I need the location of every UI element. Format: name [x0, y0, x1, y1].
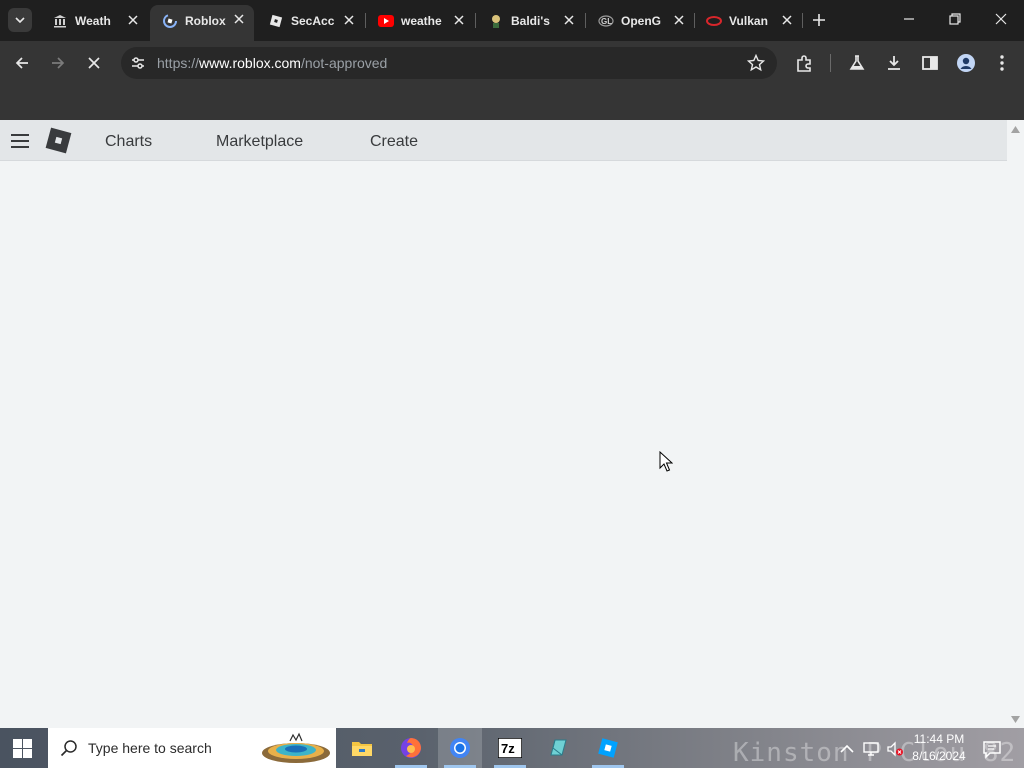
close-icon[interactable] — [672, 13, 686, 27]
roblox-icon — [268, 13, 284, 29]
url-host: www.roblox.com — [199, 55, 301, 71]
close-icon[interactable] — [342, 13, 356, 27]
labs-flask-icon[interactable] — [847, 53, 867, 73]
url-path: /not-approved — [300, 55, 388, 71]
scroll-down-arrow-icon[interactable] — [1011, 716, 1020, 723]
close-window-icon[interactable] — [993, 11, 1009, 27]
vertical-scrollbar[interactable] — [1007, 120, 1024, 730]
clock-time: 11:44 PM — [913, 732, 965, 746]
taskbar-clock[interactable]: 11:44 PM 8/16/2024 — [907, 731, 971, 765]
chevron-up-icon[interactable] — [838, 740, 856, 758]
windows-start-icon[interactable] — [13, 739, 32, 758]
hamburger-menu-icon[interactable] — [10, 133, 30, 149]
close-icon[interactable] — [232, 12, 246, 26]
restore-icon[interactable] — [947, 11, 963, 27]
svg-text:7z: 7z — [501, 741, 515, 756]
address-bar[interactable]: https://www.roblox.com/not-approved — [121, 47, 777, 79]
tab-separator — [802, 13, 803, 28]
tab-secacc[interactable]: SecAcc — [256, 6, 364, 35]
site-settings-icon[interactable] — [129, 54, 147, 72]
close-icon[interactable] — [126, 13, 140, 27]
download-icon[interactable] — [884, 53, 904, 73]
stop-loading-icon[interactable] — [84, 53, 104, 73]
search-placeholder: Type here to search — [88, 740, 212, 756]
opengl-icon: GL — [598, 13, 614, 29]
browser-toolbar: https://www.roblox.com/not-approved — [0, 41, 1024, 84]
tab-title: Vulkan — [729, 13, 768, 28]
tab-title: SecAcc — [291, 13, 335, 28]
bookmarks-bar — [0, 84, 1024, 120]
clock-date: 8/16/2024 — [912, 749, 966, 763]
screen: Weath Roblox SecAcc weathe Baldi's GL Op… — [0, 0, 1024, 768]
roblox-logo-icon[interactable] — [44, 126, 73, 155]
app-icon — [550, 739, 567, 756]
search-highlight-geyser-icon[interactable] — [260, 731, 332, 765]
tab-title: Roblox — [185, 14, 226, 28]
extensions-icon[interactable] — [794, 53, 814, 73]
side-panel-icon[interactable] — [920, 53, 940, 73]
taskbar-search[interactable]: Type here to search — [48, 728, 336, 768]
toolbar-separator — [830, 54, 831, 72]
youtube-icon — [378, 13, 394, 29]
tab-search-button[interactable] — [8, 8, 32, 32]
url-prefix: https:// — [157, 55, 200, 71]
network-icon[interactable] — [862, 740, 880, 758]
taskbar-file-explorer[interactable] — [340, 728, 384, 768]
taskbar-app[interactable] — [536, 728, 580, 768]
tab-title: Baldi's — [511, 13, 550, 28]
back-arrow-icon[interactable] — [12, 53, 32, 73]
taskbar-roblox-studio[interactable] — [586, 728, 630, 768]
tab-strip: Weath Roblox SecAcc weathe Baldi's GL Op… — [0, 0, 1024, 41]
baldi-icon — [488, 13, 504, 29]
profile-avatar-icon[interactable] — [956, 53, 976, 73]
close-icon[interactable] — [562, 13, 576, 27]
chrome-icon — [450, 738, 470, 758]
windows-taskbar: Type here to search Kinston P Clou 82 P … — [0, 728, 1024, 768]
chevron-down-icon — [15, 17, 25, 23]
minimize-icon[interactable] — [901, 11, 917, 27]
scroll-up-arrow-icon[interactable] — [1011, 126, 1020, 133]
page-content: Charts Marketplace Create — [0, 120, 1007, 730]
nav-charts-link[interactable]: Charts — [105, 133, 152, 151]
bookmark-star-icon[interactable] — [747, 54, 765, 72]
close-icon[interactable] — [452, 13, 466, 27]
volume-muted-icon[interactable] — [886, 740, 904, 758]
tab-title: Weath — [75, 13, 111, 28]
roblox-header: Charts Marketplace Create — [0, 120, 1007, 161]
mouse-cursor-icon — [659, 451, 673, 472]
tab-vulkan[interactable]: Vulkan — [694, 6, 802, 35]
new-tab-icon[interactable] — [810, 11, 828, 29]
vulkan-icon — [706, 13, 722, 29]
7zip-icon: 7z — [498, 738, 522, 758]
url-text[interactable]: https://www.roblox.com/not-approved — [157, 55, 387, 71]
close-icon[interactable] — [780, 13, 794, 27]
tab-title: OpenG — [621, 13, 662, 28]
file-explorer-icon — [352, 742, 372, 756]
notifications-icon[interactable] — [982, 739, 1002, 759]
tab-youtube[interactable]: weathe — [366, 6, 474, 35]
roblox-loading-icon — [162, 13, 178, 29]
museum-icon — [52, 13, 68, 29]
tab-weather[interactable]: Weath — [40, 6, 148, 35]
search-icon — [60, 740, 77, 757]
tab-opengl[interactable]: GL OpenG — [586, 6, 694, 35]
more-menu-icon[interactable] — [992, 53, 1012, 73]
tab-title: weathe — [401, 13, 442, 28]
taskbar-chrome[interactable] — [438, 728, 482, 768]
forward-arrow-icon[interactable] — [48, 53, 68, 73]
taskbar-firefox[interactable] — [389, 728, 433, 768]
taskbar-7zip[interactable]: 7z — [488, 728, 532, 768]
nav-create-link[interactable]: Create — [370, 133, 418, 151]
tab-roblox[interactable]: Roblox — [150, 5, 254, 41]
roblox-studio-icon — [598, 738, 618, 758]
firefox-icon — [401, 738, 421, 758]
svg-text:GL: GL — [601, 17, 612, 26]
tab-baldi[interactable]: Baldi's — [476, 6, 584, 35]
nav-marketplace-link[interactable]: Marketplace — [216, 133, 303, 151]
